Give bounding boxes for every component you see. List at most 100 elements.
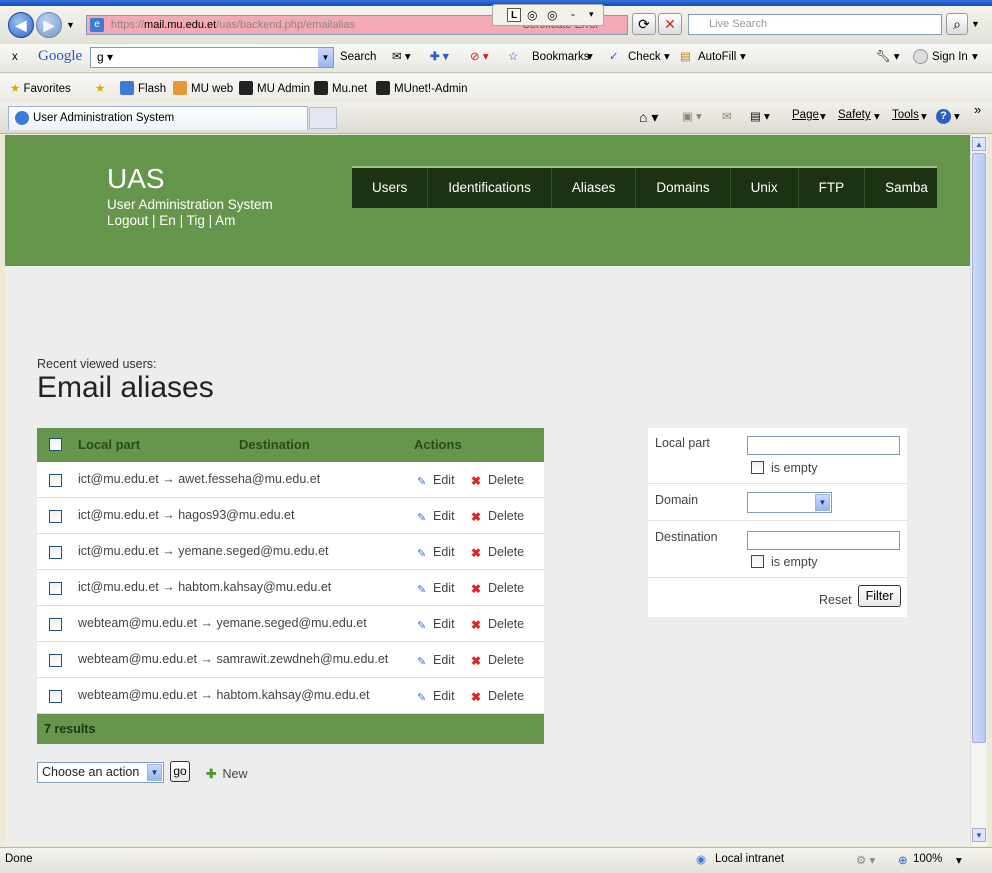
search-options-icon[interactable]: ▼ (971, 19, 980, 29)
help-icon[interactable]: ? (936, 109, 951, 124)
forward-button[interactable]: ▶ (36, 12, 62, 38)
close-toolbar-icon[interactable]: x (12, 50, 18, 64)
live-search-input[interactable]: Live Search (688, 14, 942, 35)
check-dropdown-icon[interactable]: ▾ (664, 50, 670, 64)
history-dropdown-icon[interactable]: ▼ (66, 20, 75, 30)
destination-input[interactable] (747, 531, 900, 550)
filter-button[interactable]: Filter (858, 585, 901, 607)
scroll-up-icon[interactable]: ▲ (972, 137, 986, 151)
delete-button[interactable]: ✖ Delete (471, 545, 524, 559)
tool2-icon[interactable]: ◎ (547, 8, 557, 22)
zoom-level[interactable]: 100% (913, 853, 942, 865)
row-checkbox[interactable] (49, 510, 62, 523)
new-alias-link[interactable]: ✚ New (206, 766, 248, 781)
local-part-empty-checkbox[interactable] (751, 461, 764, 474)
l-icon[interactable]: L (507, 8, 521, 22)
autofill-dropdown-icon[interactable]: ▾ (740, 50, 746, 64)
check-menu[interactable]: Check (628, 50, 661, 64)
nav-aliases[interactable]: Aliases (552, 168, 637, 208)
new-tab-button[interactable] (309, 107, 337, 129)
page-menu[interactable]: Page (792, 109, 819, 121)
sign-in-dropdown-icon[interactable]: ▾ (972, 50, 978, 64)
fav-link-mu-net[interactable]: Mu.net (314, 81, 367, 95)
favorites-button[interactable]: ★ Favorites (10, 81, 71, 95)
delete-button[interactable]: ✖ Delete (471, 509, 524, 523)
google-search-input[interactable]: g ▾ (90, 47, 334, 68)
bookmarks-menu[interactable]: Bookmarks (532, 50, 590, 64)
chevron-right-icon[interactable]: » (974, 102, 981, 117)
google-search-button[interactable]: Search (340, 50, 376, 64)
safety-dropdown-icon[interactable]: ▾ (874, 109, 880, 123)
destination-empty-checkbox[interactable] (751, 555, 764, 568)
delete-button[interactable]: ✖ Delete (471, 581, 524, 595)
go-button[interactable]: go (170, 761, 190, 782)
edit-button[interactable]: ✎ Edit (417, 689, 455, 704)
edit-button[interactable]: ✎ Edit (417, 509, 455, 524)
zoom-icon[interactable]: ⊕ (898, 853, 908, 867)
tab-user-administration[interactable]: User Administration System (8, 106, 308, 130)
row-checkbox[interactable] (49, 654, 62, 667)
plus-icon[interactable]: ✚ ▾ (430, 50, 449, 64)
add-favorite-icon[interactable]: ★ (95, 81, 105, 95)
delete-button[interactable]: ✖ Delete (471, 653, 524, 667)
mail-icon[interactable]: ✉ (722, 109, 732, 123)
edit-button[interactable]: ✎ Edit (417, 545, 455, 560)
google-tools-icon[interactable]: ✉ ▾ (392, 50, 411, 64)
tools-menu[interactable]: Tools (892, 109, 919, 121)
alias-link[interactable]: ict@mu.edu.et → yemane.seged@mu.edu.et (78, 544, 329, 558)
domain-select[interactable]: ▼ (747, 492, 832, 513)
alias-link[interactable]: webteam@mu.edu.et → yemane.seged@mu.edu.… (78, 616, 367, 630)
protected-mode-icon[interactable]: ⚙ ▾ (856, 853, 875, 867)
alias-link[interactable]: ict@mu.edu.et → hagos93@mu.edu.et (78, 508, 294, 522)
popup-blocker-icon[interactable]: ⊘ ▾ (470, 50, 489, 64)
bookmarks-dropdown-icon[interactable]: ▾ (587, 50, 593, 64)
fav-link-flash[interactable]: Flash (120, 81, 166, 95)
batch-action-select[interactable]: Choose an action ▼ (37, 762, 164, 783)
local-part-input[interactable] (747, 436, 900, 455)
feeds-icon[interactable]: ▣ ▾ (682, 109, 702, 123)
spellcheck-icon[interactable]: ✓ (609, 50, 619, 64)
stop-button[interactable]: ✕ (658, 13, 682, 35)
row-checkbox[interactable] (49, 546, 62, 559)
autofill-menu[interactable]: AutoFill (698, 50, 736, 64)
search-icon[interactable]: ⌕ (946, 13, 968, 35)
nav-domains[interactable]: Domains (636, 168, 731, 208)
row-checkbox[interactable] (49, 474, 62, 487)
tools-dropdown-icon[interactable]: ▾ (921, 109, 927, 123)
scroll-down-icon[interactable]: ▼ (972, 828, 986, 842)
delete-button[interactable]: ✖ Delete (471, 689, 524, 703)
help-dropdown-icon[interactable]: ▾ (954, 109, 960, 123)
reset-link[interactable]: Reset (819, 593, 852, 607)
page-dropdown-icon[interactable]: ▾ (820, 109, 826, 123)
delete-button[interactable]: ✖ Delete (471, 473, 524, 487)
fav-link-mu-admin[interactable]: MU Admin (239, 81, 310, 95)
autofill-icon[interactable]: ▤ (680, 50, 691, 64)
nav-samba[interactable]: Samba (865, 168, 948, 208)
column-destination[interactable]: Destination (239, 437, 310, 452)
header-links[interactable]: Logout | En | Tig | Am (107, 213, 235, 228)
scroll-thumb[interactable] (972, 153, 986, 743)
safety-menu[interactable]: Safety (838, 109, 871, 121)
select-all-checkbox[interactable] (49, 438, 62, 451)
alias-link[interactable]: ict@mu.edu.et → awet.fesseha@mu.edu.et (78, 472, 320, 486)
dropdown-icon[interactable]: ▾ (589, 9, 594, 20)
back-button[interactable]: ◀ (8, 12, 34, 38)
nav-users[interactable]: Users (352, 168, 429, 208)
alias-link[interactable]: ict@mu.edu.et → habtom.kahsay@mu.edu.et (78, 580, 331, 594)
delete-button[interactable]: ✖ Delete (471, 617, 524, 631)
nav-identifications[interactable]: Identifications (428, 168, 552, 208)
edit-button[interactable]: ✎ Edit (417, 581, 455, 596)
home-icon[interactable]: ⌂ ▾ (639, 109, 658, 126)
refresh-button[interactable]: ⟳ (632, 13, 656, 35)
tool-icon[interactable]: ◎ (527, 8, 537, 22)
column-local-part[interactable]: Local part (78, 437, 140, 452)
sign-in-button[interactable]: Sign In (932, 50, 968, 64)
star-icon[interactable]: ☆ (508, 50, 518, 64)
edit-button[interactable]: ✎ Edit (417, 653, 455, 668)
wrench-icon[interactable]: 🔧︎ ▾ (876, 50, 900, 64)
row-checkbox[interactable] (49, 582, 62, 595)
fav-link-munet-admin[interactable]: MUnet!-Admin (376, 81, 468, 95)
vertical-scrollbar[interactable]: ▲ ▼ (970, 135, 987, 846)
print-icon[interactable]: ▤ ▾ (750, 109, 770, 123)
fav-link-mu-web[interactable]: MU web (173, 81, 233, 95)
